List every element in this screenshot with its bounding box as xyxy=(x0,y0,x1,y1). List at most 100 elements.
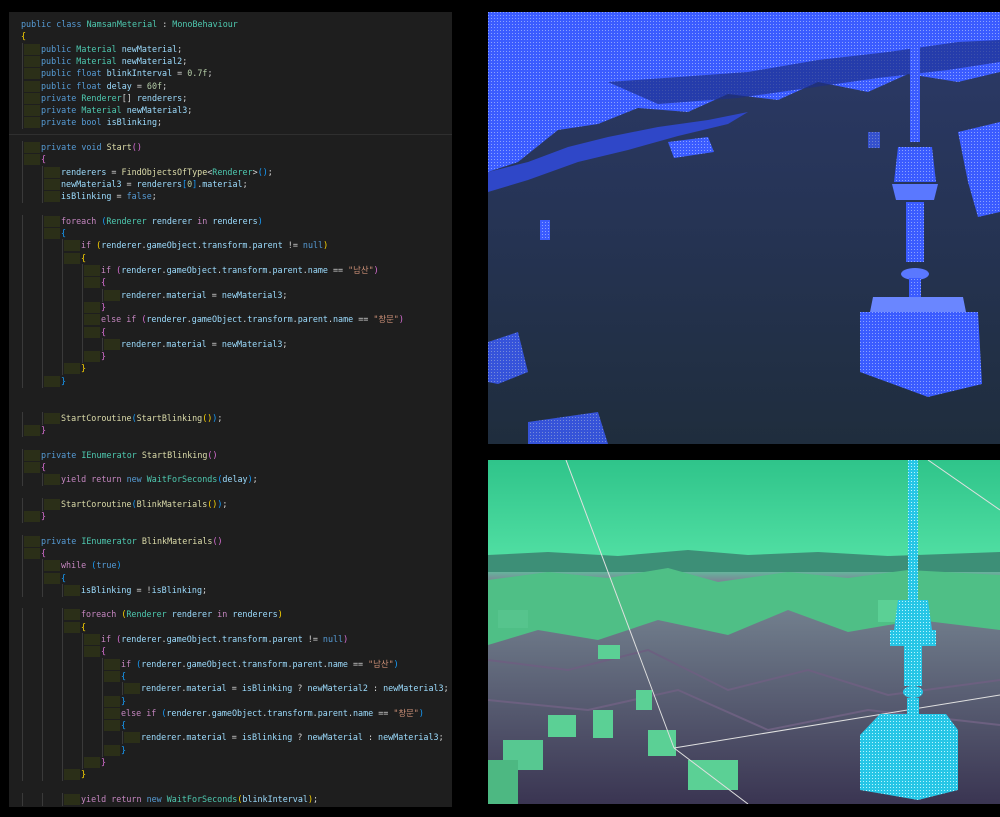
code-line: { xyxy=(9,227,452,241)
indent-guide xyxy=(42,583,43,597)
code-line: { xyxy=(9,546,452,560)
code-token: renderers xyxy=(136,178,183,189)
indent-guide xyxy=(62,264,63,277)
indent-highlight xyxy=(44,498,60,510)
code-line: } xyxy=(9,350,452,364)
code-line: newMaterial3 = renderers[0].material; xyxy=(9,177,452,191)
code-token: parent xyxy=(292,658,323,669)
indent-highlight xyxy=(44,228,60,240)
code-token: private xyxy=(41,142,82,152)
code-token: "창문" xyxy=(393,707,419,718)
code-token: : xyxy=(157,19,173,29)
indent-guide xyxy=(62,743,63,757)
indent-guide xyxy=(22,67,23,81)
code-line: { xyxy=(9,669,452,683)
code-line: private void Start() xyxy=(9,141,452,154)
code-token: = xyxy=(121,178,137,189)
code-token: = xyxy=(226,683,242,694)
code-line: { xyxy=(9,325,452,339)
indent-guide xyxy=(22,583,23,597)
scene-view-green[interactable] xyxy=(488,460,1000,804)
code-line: renderer.material = newMaterial3; xyxy=(9,288,452,302)
code-token: IEnumerator xyxy=(81,535,142,546)
code-token: newMaterial3 xyxy=(221,289,283,300)
code-token: ? xyxy=(292,732,308,743)
code-line: } xyxy=(9,756,452,769)
code-token: ; xyxy=(217,412,223,423)
indent-guide xyxy=(82,743,83,757)
indent-guide xyxy=(42,657,43,671)
indent-guide xyxy=(42,645,43,659)
indent-guide xyxy=(42,473,43,487)
code-token: newMaterial2 xyxy=(307,683,368,694)
indent-guide xyxy=(22,42,23,56)
indent-guide xyxy=(42,669,43,683)
code-token: transform xyxy=(222,265,268,275)
code-token: Material xyxy=(76,55,122,66)
code-line: while (true) xyxy=(9,559,452,573)
code-token: } xyxy=(101,301,107,312)
code-token: = ! xyxy=(131,584,152,595)
indent-guide xyxy=(22,743,23,757)
code-token: ) xyxy=(277,609,283,620)
code-token: if xyxy=(101,634,117,644)
code-token: ; xyxy=(202,584,208,595)
code-token: material xyxy=(186,683,227,694)
code-token: { xyxy=(101,326,107,337)
code-token: newMaterial2 xyxy=(121,55,183,66)
code-token: private xyxy=(41,535,82,546)
indent-highlight xyxy=(84,301,100,313)
indent-guide xyxy=(22,571,23,585)
indent-guide xyxy=(102,288,103,302)
indent-highlight xyxy=(84,277,100,289)
indent-guide xyxy=(42,214,43,228)
code-token: float xyxy=(76,68,107,79)
code-token: { xyxy=(101,277,107,288)
indent-guide xyxy=(42,719,43,733)
scene-view-blue[interactable] xyxy=(488,12,1000,444)
code-token: "창문" xyxy=(373,314,399,325)
indent-guide xyxy=(42,768,43,782)
code-token: () xyxy=(207,498,218,509)
indent-guide xyxy=(62,633,63,646)
code-token: new xyxy=(146,793,167,804)
code-token: public xyxy=(41,55,77,66)
code-token: name xyxy=(327,658,348,669)
indent-guide xyxy=(62,669,63,683)
code-token: StartCoroutine xyxy=(61,498,132,509)
code-token: name xyxy=(333,314,354,325)
code-line: StartCoroutine(BlinkMaterials()); xyxy=(9,497,452,511)
indent-guide xyxy=(42,682,43,696)
indent-highlight xyxy=(44,375,60,387)
indent-guide xyxy=(42,325,43,339)
indent-guide xyxy=(22,473,23,487)
code-token: { xyxy=(61,572,67,583)
code-line: isBlinking = false; xyxy=(9,190,452,204)
indent-guide xyxy=(62,313,63,327)
indent-guide xyxy=(42,706,43,720)
code-line: } xyxy=(9,423,452,437)
indent-guide xyxy=(102,694,103,708)
indent-guide xyxy=(42,559,43,573)
indent-guide xyxy=(22,153,23,167)
indent-guide xyxy=(42,743,43,757)
code-line: { xyxy=(9,645,452,659)
code-token: = xyxy=(226,732,242,743)
code-token: = xyxy=(111,191,127,202)
indent-guide xyxy=(22,546,23,560)
indent-highlight xyxy=(64,252,80,264)
indent-guide xyxy=(22,657,23,671)
code-line: private IEnumerator BlinkMaterials() xyxy=(9,534,452,548)
indent-guide xyxy=(22,374,23,388)
indent-highlight xyxy=(44,178,60,190)
indent-guide xyxy=(102,719,103,733)
code-editor[interactable]: public class NamsanMeterial : MonoBehavi… xyxy=(9,12,452,807)
indent-guide xyxy=(22,448,23,462)
indent-guide xyxy=(62,608,63,622)
indent-guide xyxy=(22,534,23,548)
code-line: yield return new WaitForSeconds(delay); xyxy=(9,473,452,487)
code-token: else if xyxy=(101,314,142,325)
